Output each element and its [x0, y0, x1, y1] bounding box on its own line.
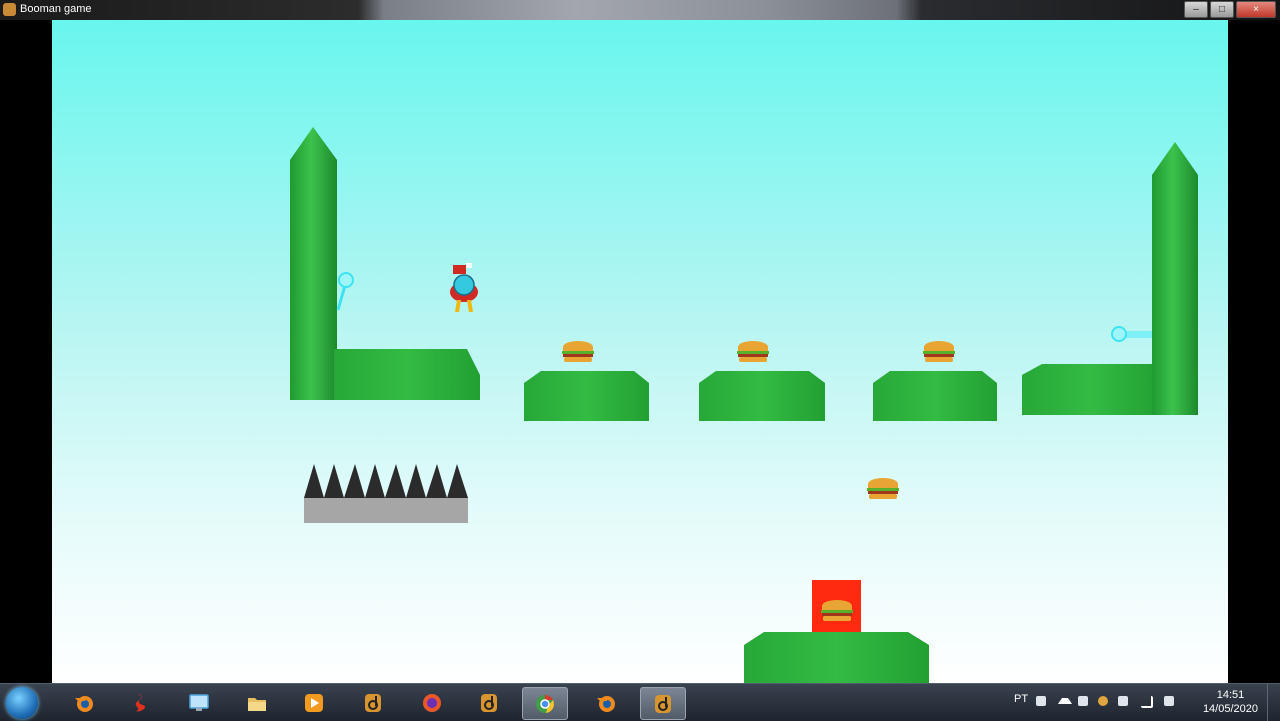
- game-scene: [290, 127, 1198, 683]
- volume-icon[interactable]: [1164, 696, 1174, 706]
- blender-icon: [75, 696, 93, 712]
- clock[interactable]: 14:51 14/05/2020: [1203, 688, 1258, 716]
- battery-icon[interactable]: [1118, 696, 1128, 706]
- player-booman: [450, 263, 478, 312]
- window-controls: – □ ×: [1184, 1, 1276, 18]
- taskbar-file-explorer[interactable]: [235, 687, 279, 718]
- update-icon[interactable]: [1098, 696, 1108, 706]
- platform-4: [873, 371, 997, 421]
- play-icon: [305, 694, 323, 712]
- taskbar-firefox[interactable]: [410, 687, 454, 718]
- b-logo-icon: [481, 694, 497, 712]
- maximize-button[interactable]: □: [1210, 1, 1234, 18]
- folder-icon: [248, 698, 266, 711]
- left-tower: [290, 127, 337, 400]
- show-desktop-button[interactable]: [1267, 684, 1280, 721]
- b-logo-icon: [365, 694, 381, 712]
- platform-3: [699, 371, 825, 421]
- show-hidden-icons-icon[interactable]: [1058, 698, 1072, 704]
- blender-icon: [597, 696, 615, 712]
- keyboard-icon[interactable]: [1036, 696, 1046, 706]
- taskbar-control-panel[interactable]: [177, 687, 221, 718]
- firefox-icon: [423, 694, 441, 712]
- monitor-icon: [189, 694, 209, 711]
- goal-burger: [821, 600, 853, 621]
- taskbar-game-app-1[interactable]: [351, 687, 395, 718]
- tractor-beam-left: [336, 272, 354, 311]
- flag-icon[interactable]: [1078, 696, 1088, 706]
- burger-2: [737, 341, 769, 362]
- burger-1: [562, 341, 594, 362]
- taskbar-app-red[interactable]: [119, 687, 163, 718]
- window-title: Booman game: [20, 3, 92, 15]
- game-viewport[interactable]: [52, 20, 1228, 683]
- taskbar-game-app-3[interactable]: [640, 687, 686, 720]
- burger-4: [867, 478, 899, 499]
- taskbar-blender-2[interactable]: [584, 687, 628, 718]
- clock-date: 14/05/2020: [1202, 703, 1258, 715]
- burger-3: [923, 341, 955, 362]
- red-s-icon: [135, 694, 146, 712]
- platform-left: [334, 349, 480, 400]
- minimize-button[interactable]: –: [1184, 1, 1208, 18]
- platform-2: [524, 371, 649, 421]
- taskbar: PT 14:51 14/05/2020: [0, 683, 1280, 721]
- system-tray: PT 14:51 14/05/2020: [1000, 684, 1280, 721]
- platform-right: [1022, 364, 1160, 415]
- taskbar-game-app-2[interactable]: [467, 687, 511, 718]
- start-button[interactable]: [6, 687, 38, 719]
- close-button[interactable]: ×: [1236, 1, 1276, 18]
- network-signal-icon[interactable]: [1141, 696, 1153, 708]
- chrome-icon: [536, 695, 554, 713]
- platform-bottom: [744, 632, 929, 683]
- spike-trap: [304, 464, 468, 523]
- clock-time: 14:51: [1216, 689, 1245, 701]
- taskbar-chrome[interactable]: [522, 687, 568, 720]
- language-indicator[interactable]: PT: [1014, 693, 1028, 705]
- taskbar-blender[interactable]: [62, 687, 106, 718]
- right-tower: [1152, 142, 1198, 415]
- window-titlebar[interactable]: Booman game – □ ×: [0, 0, 1280, 20]
- taskbar-media-player[interactable]: [292, 687, 336, 718]
- app-icon: [3, 3, 16, 16]
- tractor-beam-right: [1111, 326, 1152, 342]
- b-logo-icon: [655, 695, 671, 713]
